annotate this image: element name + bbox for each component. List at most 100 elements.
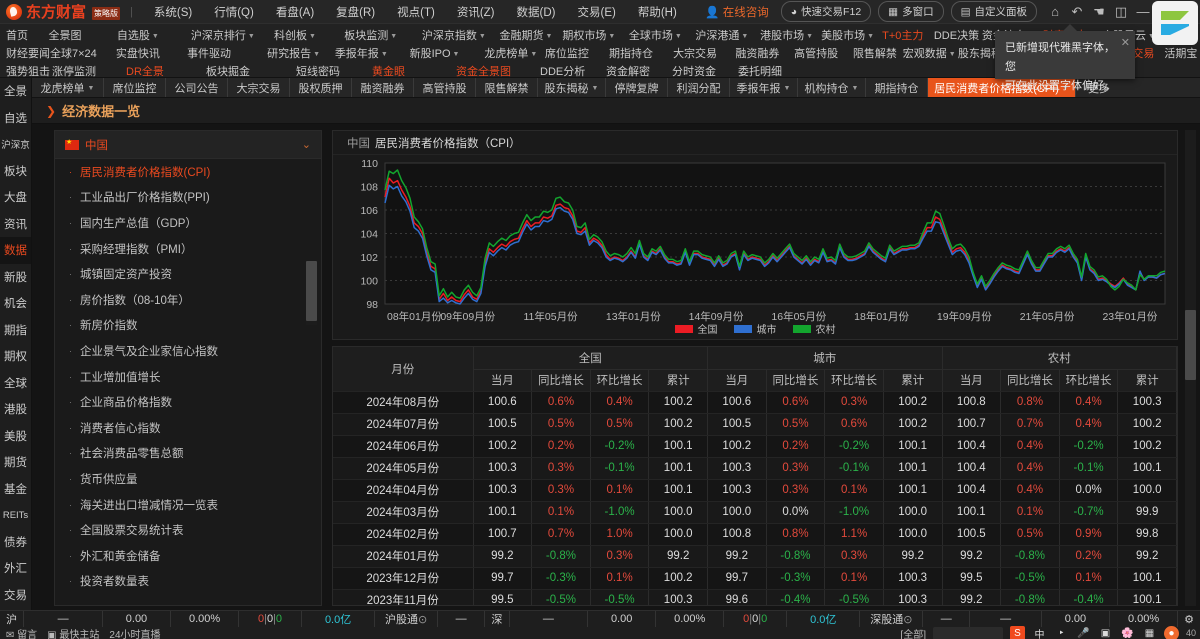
home-icon[interactable]: ⌂ [1044, 1, 1066, 23]
chevron-down-icon[interactable]: ▼ [852, 85, 859, 92]
sub-tab-6[interactable]: 高管持股 [414, 78, 476, 97]
table-row[interactable]: 2024年01月份 99.2 -0.8% 0.3% 99.2 99.2 -0.8% 0.3% 9… [333, 545, 1177, 568]
sogou-input-badge[interactable] [1152, 1, 1198, 45]
toolbar-link-row1-5[interactable]: 板块监测 ▼ [344, 27, 422, 43]
leftnav-item-6[interactable]: 数据 [0, 237, 31, 264]
table-col-2-2[interactable]: 环比增长 [1059, 369, 1119, 392]
toolbar-link-row3-1[interactable]: 涨停监测 [52, 63, 126, 79]
toolbar-link-row1-7[interactable]: 金融期货 ▼ [500, 27, 563, 43]
table-col-1-1[interactable]: 同比增长 [766, 369, 826, 392]
toolbar-link-row3-6[interactable]: 资金全景图 [456, 63, 540, 79]
toolbar-link-row2-9[interactable]: 期指持仓 [609, 45, 673, 61]
chevron-down-icon[interactable]: ▼ [88, 85, 95, 92]
leftnav-item-0[interactable]: 全景 [0, 78, 31, 105]
toolbar-link-row1-9[interactable]: 全球市场 ▼ [629, 27, 696, 43]
table-row[interactable]: 2024年04月份 100.3 0.3% 0.1% 100.1 100.3 0.3% 0.1%… [333, 479, 1177, 502]
table-col-0-3[interactable]: 累计 [648, 369, 708, 392]
sub-tab-3[interactable]: 大宗交易 [228, 78, 290, 97]
sub-tab-10[interactable]: 利润分配 [668, 78, 730, 97]
table-row[interactable]: 2024年02月份 100.7 0.7% 1.0% 100.0 100.8 0.8% 1.1%… [333, 523, 1177, 546]
sub-tab-12[interactable]: 机构持仓 ▼ [798, 78, 866, 97]
chevron-down-icon[interactable]: ▼ [248, 33, 255, 40]
table-col-0-1[interactable]: 同比增长 [531, 369, 591, 392]
tree-item-15[interactable]: · 外汇和黄金储备 [55, 543, 321, 569]
tree-item-3[interactable]: · 采购经理指数（PMI） [55, 236, 321, 262]
toolbar-link-row2-10[interactable]: 大宗交易 [673, 45, 735, 61]
leftnav-item-8[interactable]: 机会 [0, 290, 31, 317]
tree-item-16[interactable]: · 投资者数量表 [55, 569, 321, 595]
menu-item-6[interactable]: 数据(D) [506, 1, 567, 23]
leftnav-item-4[interactable]: 大盘 [0, 184, 31, 211]
sub-tab-0[interactable]: 龙虎榜单 ▼ [32, 78, 104, 97]
table-col-2-0[interactable]: 当月 [942, 369, 1002, 392]
chevron-down-icon[interactable]: ▼ [381, 51, 388, 58]
refresh-icon[interactable]: ↶ [1066, 1, 1088, 23]
toolbar-link-row1-0[interactable]: 首页 [0, 27, 49, 43]
table-col-2-3[interactable]: 累计 [1117, 369, 1177, 392]
toolbar-link-row1-11[interactable]: 港股市场 ▼ [760, 27, 821, 43]
toolbar-link-row1-13[interactable]: T+0主力 [882, 27, 934, 43]
table-col-1-0[interactable]: 当月 [707, 369, 767, 392]
mic-icon[interactable]: 🎤 [1076, 626, 1091, 639]
content-scrollbar[interactable] [1185, 130, 1196, 606]
tooltip-close-icon[interactable]: ✕ [1121, 34, 1130, 53]
toolbar-link-row1-1[interactable]: 全景图 [49, 27, 117, 43]
toolbar-link-row2-8[interactable]: 席位监控 [545, 45, 609, 61]
tree-item-13[interactable]: · 海关进出口增减情况一览表 [55, 492, 321, 518]
toolbar-link-row1-4[interactable]: 科创板 ▼ [274, 27, 344, 43]
chevron-down-icon[interactable]: ▼ [479, 33, 486, 40]
tree-item-1[interactable]: · 工业品出厂价格指数(PPI) [55, 185, 321, 211]
sub-tab-1[interactable]: 席位监控 [104, 78, 166, 97]
online-consult-button[interactable]: 👤 在线咨询 [705, 4, 768, 20]
minimize-icon[interactable]: — [1132, 1, 1154, 23]
sub-tab-5[interactable]: 融资融券 [352, 78, 414, 97]
leftnav-item-18[interactable]: 外汇 [0, 555, 31, 582]
tree-item-7[interactable]: · 企业景气及企业家信心指数 [55, 338, 321, 364]
toolbar-link-row2-7[interactable]: 龙虎榜单 ▼ [484, 45, 545, 61]
menu-item-8[interactable]: 帮助(H) [627, 1, 688, 23]
leftnav-item-19[interactable]: 交易 [0, 582, 31, 609]
chevron-down-icon[interactable]: ▼ [313, 51, 320, 58]
chevron-down-icon[interactable]: ▼ [949, 51, 956, 58]
toolbar-link-row2-5[interactable]: 季报年报 ▼ [335, 45, 410, 61]
chevron-down-icon[interactable]: ▼ [675, 33, 682, 40]
toolbar-link-row3-0[interactable]: 强势狙击 [0, 63, 52, 79]
tree-country-header[interactable]: 中国 ⌄ [55, 131, 321, 159]
toolbar-link-row2-19[interactable]: 活期宝 [1164, 45, 1200, 61]
custom-panel-button[interactable]: ▤ 自定义面板 [950, 1, 1037, 22]
chevron-down-icon[interactable]: ▼ [784, 85, 791, 92]
tree-item-14[interactable]: · 全国股票交易统计表 [55, 517, 321, 543]
menu-item-2[interactable]: 看盘(A) [265, 1, 325, 23]
chevron-down-icon[interactable]: ▼ [546, 33, 553, 40]
table-col-1-2[interactable]: 环比增长 [824, 369, 884, 392]
table-row[interactable]: 2023年11月份 99.5 -0.5% -0.5% 100.3 99.6 -0.4% -0.… [333, 589, 1177, 605]
table-row[interactable]: 2024年03月份 100.1 0.1% -1.0% 100.0 100.0 0.0% -1.… [333, 501, 1177, 524]
tray-search-input[interactable] [932, 626, 1003, 639]
content-scrollbar-thumb[interactable] [1185, 310, 1196, 380]
app-logo[interactable]: 东方财富 策略版 [0, 1, 121, 22]
chevron-down-icon[interactable]: ▼ [608, 33, 615, 40]
toolbar-link-row2-11[interactable]: 融资融券 [735, 45, 794, 61]
toolbar-link-row3-8[interactable]: 资金解密 [606, 63, 672, 79]
legend-item-2[interactable]: 农村 [792, 321, 836, 336]
dock-icon[interactable]: ◫ [1110, 1, 1132, 23]
toolbar-link-row3-4[interactable]: 短线密码 [296, 63, 372, 79]
leftnav-item-3[interactable]: 板块 [0, 158, 31, 185]
toolbar-link-row3-2[interactable]: DR全景 [126, 63, 206, 79]
menu-item-0[interactable]: 系统(S) [143, 1, 203, 23]
multi-window-button[interactable]: ▦ 多窗口 [878, 1, 944, 22]
skin-icon[interactable]: 🌸 [1120, 626, 1135, 639]
leftnav-item-14[interactable]: 期货 [0, 449, 31, 476]
chevron-down-icon[interactable]: ⌄ [302, 138, 311, 151]
tree-item-8[interactable]: · 工业增加值增长 [55, 364, 321, 390]
tree-item-12[interactable]: · 货币供应量 [55, 466, 321, 492]
sub-tab-8[interactable]: 股东揭秘 ▼ [538, 78, 606, 97]
tree-item-2[interactable]: · 国内生产总值（GDP） [55, 210, 321, 236]
toolbox-icon[interactable]: ▦ [1142, 626, 1157, 639]
sub-tab-7[interactable]: 限售解禁 [476, 78, 538, 97]
tree-item-10[interactable]: · 消费者信心指数 [55, 415, 321, 441]
chevron-down-icon[interactable]: ▼ [592, 85, 599, 92]
chevron-down-icon[interactable]: ▼ [390, 33, 397, 40]
toolbar-link-row2-1[interactable]: 全球7×24 [50, 45, 116, 61]
tree-item-9[interactable]: · 企业商品价格指数 [55, 389, 321, 415]
